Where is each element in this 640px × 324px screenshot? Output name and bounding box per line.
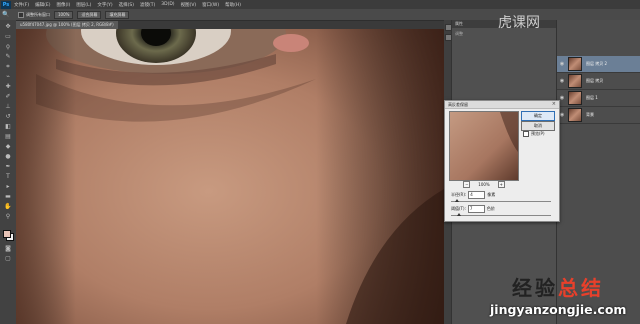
- tools-panel: ✥ ▭ ϙ ✎ ⌗ ⌁ ✚ ✐ ⊥ ↺ ◧ ▤ ◆ ● ✒ T ▸ ▬ ✋ ⚲ …: [0, 20, 17, 324]
- blur-tool-icon[interactable]: ◆: [4, 144, 12, 150]
- preview-zoom-level: 100%: [478, 182, 490, 187]
- menu-filter[interactable]: 滤镜(T): [140, 2, 155, 8]
- canvas-image[interactable]: [16, 29, 444, 324]
- quick-mask-icon[interactable]: ◙: [4, 246, 12, 252]
- photoshop-logo: Ps: [1, 0, 11, 9]
- layer-row[interactable]: ◉ 背景: [557, 107, 640, 124]
- document-tab[interactable]: u580f47047.jpg @ 100% (图层 拷贝 2, RGB/8#): [16, 21, 118, 29]
- shape-tool-icon[interactable]: ▬: [4, 194, 12, 200]
- document-tab-bar: u580f47047.jpg @ 100% (图层 拷贝 2, RGB/8#): [16, 21, 444, 29]
- layer-name: 背景: [586, 112, 594, 117]
- dodge-tool-icon[interactable]: ●: [4, 154, 12, 160]
- watermark-url: jingyanzongjie.com: [490, 302, 627, 317]
- watermark-title-part2: 总结: [558, 276, 604, 300]
- threshold-label: 阈值(T):: [451, 206, 466, 211]
- move-tool-icon[interactable]: ✥: [4, 24, 12, 30]
- menu-layer[interactable]: 图层(L): [76, 2, 91, 8]
- layer-thumbnail: [568, 108, 582, 122]
- healing-brush-tool-icon[interactable]: ✚: [4, 84, 12, 90]
- screen-mode-icon[interactable]: ▢: [4, 256, 12, 262]
- fill-screen-button[interactable]: 填充屏幕: [105, 10, 130, 19]
- menu-type[interactable]: 文字(Y): [97, 2, 112, 8]
- pen-tool-icon[interactable]: ✒: [4, 164, 12, 170]
- menu-file[interactable]: 文件(F): [14, 2, 29, 8]
- menu-window[interactable]: 窗口(W): [202, 2, 219, 8]
- visibility-eye-icon[interactable]: ◉: [559, 78, 565, 84]
- layer-name: 图层 拷贝 2: [586, 61, 608, 66]
- preview-checkbox[interactable]: [523, 131, 529, 137]
- zoom-100-button[interactable]: 100%: [54, 10, 74, 19]
- layer-name: 图层 拷贝: [586, 78, 604, 83]
- layer-row[interactable]: ◉ 图层 拷贝 2: [557, 56, 640, 73]
- layer-thumbnail: [568, 74, 582, 88]
- radius-slider[interactable]: [451, 199, 551, 202]
- eyedropper-tool-icon[interactable]: ⌁: [4, 74, 12, 80]
- ok-button[interactable]: 确定: [521, 111, 555, 121]
- high-pass-dialog: 高反差保留 × − 100% + 确定 取消 预览(P) 半径(R): 4 像素: [444, 100, 560, 222]
- quick-select-tool-icon[interactable]: ✎: [4, 54, 12, 60]
- radius-row: 半径(R): 4 像素: [451, 191, 495, 199]
- layer-thumbnail: [568, 91, 582, 105]
- menu-select[interactable]: 选择(S): [119, 2, 134, 8]
- crop-tool-icon[interactable]: ⌗: [4, 64, 12, 70]
- menu-help[interactable]: 帮助(H): [225, 2, 241, 8]
- filter-preview[interactable]: [449, 111, 519, 181]
- zoom-out-button[interactable]: −: [463, 181, 471, 188]
- visibility-eye-icon[interactable]: ◉: [559, 61, 565, 67]
- watermark-title-part1: 经验: [512, 276, 558, 300]
- radius-unit: 像素: [487, 192, 496, 197]
- preview-zoom-controls: − 100% +: [449, 181, 519, 188]
- zoom-in-button[interactable]: +: [497, 181, 505, 188]
- menu-3d[interactable]: 3D(D): [161, 2, 174, 7]
- path-select-tool-icon[interactable]: ▸: [4, 184, 12, 190]
- resize-windows-label: 调整所有窗口: [26, 11, 50, 17]
- lasso-tool-icon[interactable]: ϙ: [4, 44, 12, 50]
- menu-view[interactable]: 视图(V): [181, 2, 197, 8]
- menu-bar: Ps 文件(F) 编辑(E) 图像(I) 图层(L) 文字(Y) 选择(S) 滤…: [0, 0, 640, 9]
- clone-stamp-tool-icon[interactable]: ⊥: [4, 104, 12, 110]
- menu-edit[interactable]: 编辑(E): [35, 2, 50, 8]
- menu-image[interactable]: 图像(I): [56, 2, 70, 8]
- layer-name: 图层 1: [586, 95, 598, 100]
- zoom-tool-icon[interactable]: ⚲: [4, 214, 12, 220]
- brush-tool-icon[interactable]: ✐: [4, 94, 12, 100]
- threshold-row: 阈值(T): 7 色阶: [451, 205, 495, 213]
- threshold-unit: 色阶: [486, 206, 495, 211]
- preview-checkbox-row[interactable]: 预览(P): [523, 131, 545, 137]
- threshold-input[interactable]: 7: [467, 205, 485, 213]
- marquee-tool-icon[interactable]: ▭: [4, 34, 12, 40]
- fit-screen-button[interactable]: 适合屏幕: [77, 10, 102, 19]
- zoom-tool-icon: 🔍: [2, 11, 10, 18]
- type-tool-icon[interactable]: T: [4, 174, 12, 180]
- resize-windows-checkbox[interactable]: [18, 11, 24, 18]
- radius-slider-handle[interactable]: [455, 199, 459, 202]
- brand-overlay: 虎课网: [498, 15, 540, 31]
- watermark-title: 经验总结: [512, 272, 604, 301]
- hand-tool-icon[interactable]: ✋: [4, 204, 12, 210]
- radius-input[interactable]: 4: [468, 191, 486, 199]
- preview-image: [450, 112, 518, 180]
- close-icon[interactable]: ×: [552, 101, 556, 107]
- gradient-tool-icon[interactable]: ▤: [4, 134, 12, 140]
- eraser-tool-icon[interactable]: ◧: [4, 124, 12, 130]
- history-brush-tool-icon[interactable]: ↺: [4, 114, 12, 120]
- layer-row[interactable]: ◉ 图层 1: [557, 90, 640, 107]
- dialog-title: 高反差保留: [445, 101, 559, 109]
- foreground-color-swatch[interactable]: [3, 230, 11, 238]
- preview-checkbox-label: 预览(P): [531, 131, 545, 136]
- cancel-button[interactable]: 取消: [521, 121, 555, 131]
- radius-label: 半径(R):: [451, 192, 467, 197]
- face-closeup-image: [16, 29, 444, 324]
- layer-row[interactable]: ◉ 图层 拷贝: [557, 73, 640, 90]
- threshold-slider-handle[interactable]: [457, 213, 461, 216]
- threshold-slider[interactable]: [451, 213, 551, 216]
- layer-thumbnail: [568, 57, 582, 71]
- watermark: 经验总结 jingyanzongjie.com: [470, 268, 638, 324]
